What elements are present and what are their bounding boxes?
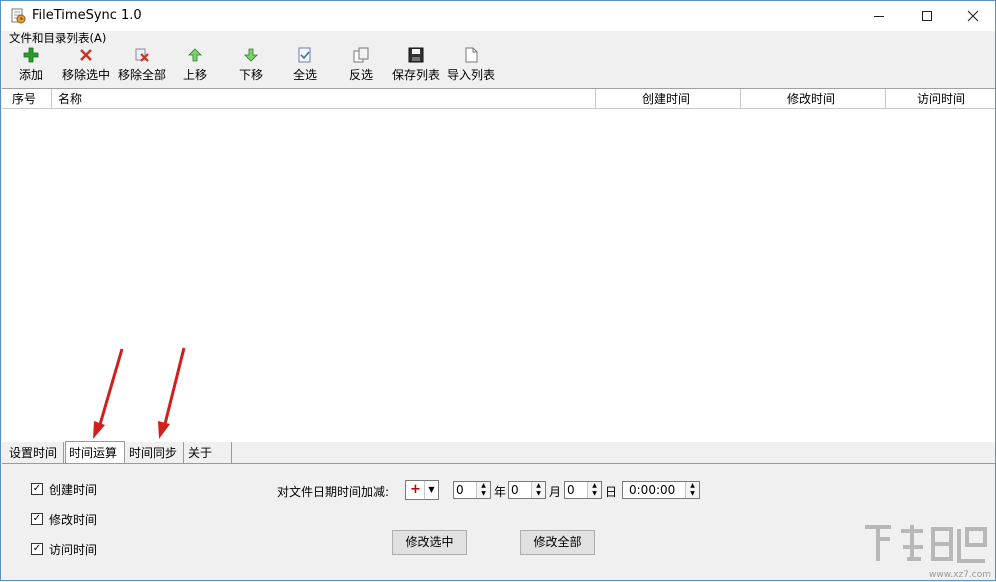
modify-all-button[interactable]: 修改全部 xyxy=(520,530,595,555)
time-value: 0:00:00 xyxy=(629,483,676,497)
move-down-label: 下移 xyxy=(238,68,263,82)
file-list-group-label: 文件和目录列表(A) xyxy=(9,31,107,45)
checkbox-accessed[interactable]: ✓ xyxy=(31,543,43,555)
day-unit: 日 xyxy=(605,485,618,499)
checkbox-created[interactable]: ✓ xyxy=(31,483,43,495)
day-value: 0 xyxy=(567,483,575,497)
save-list-label: 保存列表 xyxy=(391,68,440,82)
add-button[interactable]: 添加 xyxy=(15,47,47,85)
remove-selected-label: 移除选中 xyxy=(61,68,110,82)
checkbox-created-row[interactable]: ✓ 创建时间 xyxy=(31,481,97,497)
invert-select-label: 反选 xyxy=(348,68,373,82)
checkbox-created-label: 创建时间 xyxy=(49,482,98,497)
select-all-label: 全选 xyxy=(292,68,317,82)
checkbox-modified[interactable]: ✓ xyxy=(31,513,43,525)
day-spinner[interactable]: 0 ▲ ▼ xyxy=(564,481,602,499)
time-calc-panel xyxy=(2,463,995,580)
checkbox-accessed-row[interactable]: ✓ 访问时间 xyxy=(31,541,97,557)
plus-icon xyxy=(23,47,39,63)
month-value: 0 xyxy=(511,483,519,497)
minimize-icon xyxy=(874,15,884,17)
checkbox-modified-label: 修改时间 xyxy=(49,512,98,527)
spin-arrows-icon[interactable]: ▲ ▼ xyxy=(587,482,601,498)
list-header: 序号 名称 创建时间 修改时间 访问时间 xyxy=(2,89,995,109)
move-up-button[interactable]: 上移 xyxy=(179,47,211,85)
remove-all-button[interactable]: 移除全部 xyxy=(115,47,169,85)
column-header-accessed[interactable]: 访问时间 xyxy=(886,89,995,109)
add-button-label: 添加 xyxy=(18,68,43,82)
time-spinner[interactable]: 0:00:00 ▲ ▼ xyxy=(622,481,700,499)
watermark-glyphs-icon xyxy=(865,525,987,563)
spin-arrows-icon[interactable]: ▲ ▼ xyxy=(531,482,545,498)
move-down-button[interactable]: 下移 xyxy=(235,47,267,85)
app-window: FileTimeSync 1.0 文件和目录列表(A) 添加 移除选中 移除全部… xyxy=(0,0,996,581)
remove-selected-button[interactable]: 移除选中 xyxy=(59,47,113,85)
column-header-name[interactable]: 名称 xyxy=(52,89,596,109)
tab-time-calc[interactable]: 时间运算 xyxy=(65,441,125,464)
toolbar: 添加 移除选中 移除全部 上移 下移 全选 反选 保存列表 导入列表 xyxy=(1,45,995,87)
chevron-down-icon: ▼ xyxy=(424,481,438,499)
year-spinner[interactable]: 0 ▲ ▼ xyxy=(453,481,491,499)
spin-arrows-icon[interactable]: ▲ ▼ xyxy=(476,482,490,498)
maximize-button[interactable] xyxy=(904,1,950,31)
sign-value: + xyxy=(410,482,421,497)
checkbox-modified-row[interactable]: ✓ 修改时间 xyxy=(31,511,97,527)
invert-select-button[interactable]: 反选 xyxy=(345,47,377,85)
import-icon xyxy=(465,47,478,63)
checkbox-accessed-label: 访问时间 xyxy=(49,542,98,557)
remove-all-icon xyxy=(135,48,149,62)
column-header-index[interactable]: 序号 xyxy=(2,89,52,109)
watermark-text: www.xz7.com xyxy=(929,570,991,580)
modify-selected-button[interactable]: 修改选中 xyxy=(392,530,467,555)
file-list[interactable]: 序号 名称 创建时间 修改时间 访问时间 xyxy=(2,88,995,442)
move-up-label: 上移 xyxy=(182,68,207,82)
save-icon xyxy=(408,47,424,63)
watermark-logo: www.xz7.com xyxy=(859,519,995,581)
import-list-button[interactable]: 导入列表 xyxy=(446,47,496,85)
import-list-label: 导入列表 xyxy=(446,68,495,82)
select-all-icon xyxy=(298,47,311,63)
column-header-modified[interactable]: 修改时间 xyxy=(741,89,886,109)
month-spinner[interactable]: 0 ▲ ▼ xyxy=(508,481,546,499)
save-list-button[interactable]: 保存列表 xyxy=(391,47,441,85)
adjust-label: 对文件日期时间加减: xyxy=(277,485,390,499)
close-button[interactable] xyxy=(950,1,996,31)
close-icon xyxy=(967,10,979,22)
tab-bar: 设置时间 时间运算 时间同步 关于 xyxy=(2,441,995,464)
year-value: 0 xyxy=(456,483,464,497)
column-header-created[interactable]: 创建时间 xyxy=(596,89,741,109)
arrow-up-icon xyxy=(188,48,202,62)
tab-about[interactable]: 关于 xyxy=(185,442,232,464)
title-bar[interactable]: FileTimeSync 1.0 xyxy=(1,1,995,31)
x-icon xyxy=(80,49,92,61)
maximize-icon xyxy=(922,11,932,21)
arrow-down-icon xyxy=(244,48,258,62)
invert-select-icon xyxy=(353,47,369,63)
month-unit: 月 xyxy=(549,485,562,499)
tab-time-sync[interactable]: 时间同步 xyxy=(126,442,184,464)
window-title: FileTimeSync 1.0 xyxy=(32,8,142,23)
sign-dropdown[interactable]: + ▼ xyxy=(405,480,439,500)
select-all-button[interactable]: 全选 xyxy=(289,47,321,85)
remove-all-label: 移除全部 xyxy=(117,68,166,82)
app-icon xyxy=(11,8,26,24)
spin-arrows-icon[interactable]: ▲ ▼ xyxy=(685,482,699,498)
tab-set-time[interactable]: 设置时间 xyxy=(6,442,64,464)
minimize-button[interactable] xyxy=(856,1,902,31)
year-unit: 年 xyxy=(494,485,507,499)
